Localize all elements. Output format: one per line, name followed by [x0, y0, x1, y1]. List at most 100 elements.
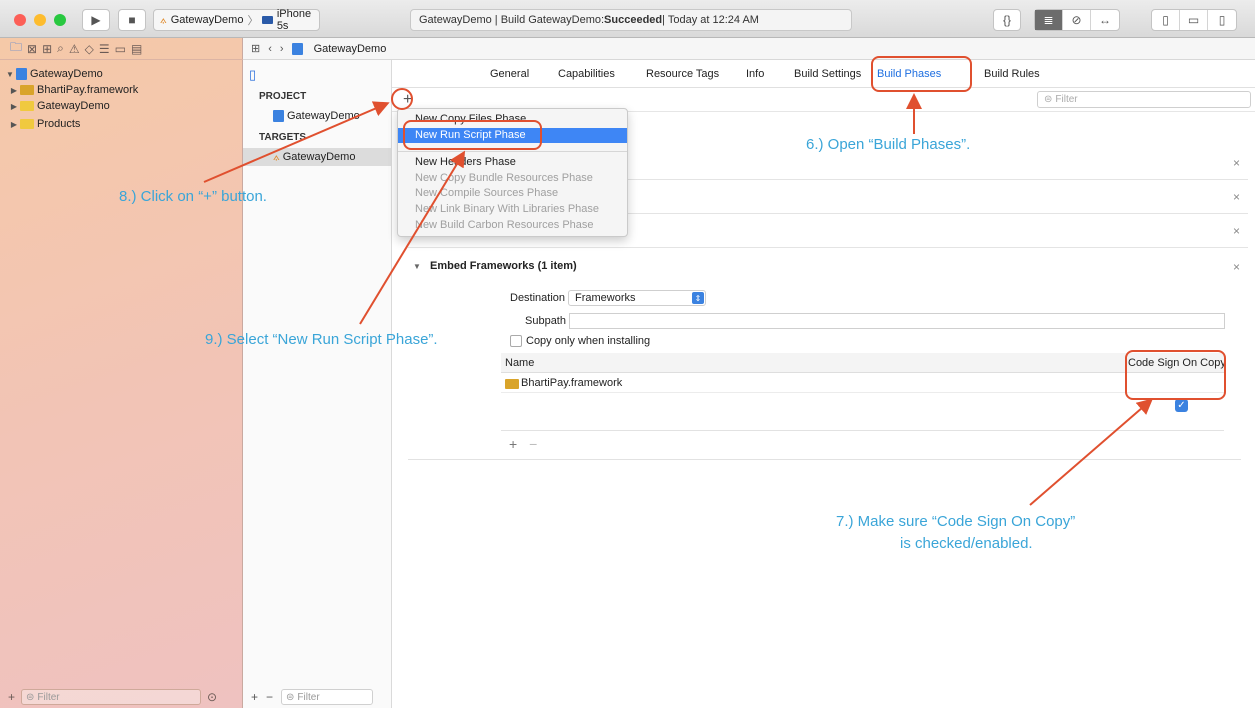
- menu-item-copy-bundle-resources: New Copy Bundle Resources Phase: [415, 172, 593, 184]
- inspector-panel-icon[interactable]: ▯: [1208, 10, 1236, 30]
- add-framework-icon[interactable]: +: [509, 436, 517, 452]
- close-icon[interactable]: ×: [1233, 156, 1240, 170]
- remove-target-icon[interactable]: −: [266, 690, 273, 704]
- annotation-step8: 8.) Click on “+” button.: [119, 188, 267, 205]
- project-navigator: 🗀 ⊠ ⊞ ⌕ ⚠ ◇ ☰ ▭ ▤ ▼ GatewayDemo ▶ Bharti…: [0, 38, 243, 708]
- filter-icon: ⊜: [26, 691, 35, 703]
- embed-frameworks-title: Embed Frameworks (1 item): [429, 260, 577, 272]
- project-item[interactable]: GatewayDemo: [243, 107, 391, 125]
- close-icon[interactable]: ×: [1233, 190, 1240, 204]
- report-icon[interactable]: ▤: [131, 42, 142, 56]
- folder-icon: [20, 119, 34, 129]
- braces-icon: {}: [1002, 13, 1011, 27]
- jumpbar-project[interactable]: GatewayDemo: [314, 43, 387, 55]
- add-icon[interactable]: +: [8, 690, 15, 704]
- filter-icon: ⊜: [1044, 94, 1053, 105]
- forward-icon[interactable]: ›: [280, 43, 284, 55]
- xcode-window: ▶ ■ ⟑ GatewayDemo 〉 iPhone 5s GatewayDem…: [0, 0, 1255, 708]
- target-filter-bar: + − ⊜ Filter: [243, 686, 392, 708]
- tree-item-framework[interactable]: ▶ BhartiPay.framework: [8, 82, 138, 98]
- jump-bar: ⊞ ‹ › GatewayDemo: [243, 38, 1255, 60]
- tab-build-settings[interactable]: Build Settings: [794, 68, 861, 80]
- disclosure-closed-icon[interactable]: ▶: [8, 120, 20, 129]
- destination-select[interactable]: Frameworks ⇕: [568, 290, 706, 306]
- close-icon[interactable]: ×: [1233, 224, 1240, 238]
- annotation-box-run-script: [403, 120, 542, 150]
- remove-framework-icon[interactable]: −: [529, 436, 537, 452]
- destination-value: Frameworks: [575, 292, 636, 304]
- debug-icon[interactable]: ☰: [99, 42, 110, 56]
- disclosure-open-icon[interactable]: ▼: [4, 70, 16, 79]
- navigator-panel-icon[interactable]: ▯: [1152, 10, 1180, 30]
- scheme-target: GatewayDemo: [170, 14, 244, 26]
- copy-only-checkbox[interactable]: [510, 335, 522, 347]
- minimize-window-button[interactable]: [34, 14, 46, 26]
- related-items-icon[interactable]: ⊞: [251, 42, 260, 55]
- run-button[interactable]: ▶: [82, 9, 110, 31]
- tab-resource-tags[interactable]: Resource Tags: [646, 68, 719, 80]
- folder-icon[interactable]: 🗀: [10, 38, 22, 59]
- tab-general[interactable]: General: [490, 68, 529, 80]
- menu-item-headers[interactable]: New Headers Phase: [398, 155, 627, 170]
- back-icon[interactable]: ‹: [268, 43, 272, 55]
- scheme-selector[interactable]: ⟑ GatewayDemo 〉 iPhone 5s: [153, 8, 320, 32]
- target-filter-input[interactable]: ⊜ Filter: [281, 689, 374, 705]
- tree-item-label: Products: [37, 118, 81, 130]
- source-control-icon[interactable]: ⊠: [27, 42, 37, 56]
- phase-filter-input[interactable]: ⊜ Filter: [1037, 91, 1251, 108]
- target-item[interactable]: ⟑ GatewayDemo: [243, 148, 391, 166]
- target-list: ▯ PROJECT GatewayDemo TARGETS ⟑ GatewayD…: [243, 60, 392, 708]
- column-name[interactable]: Name: [505, 357, 534, 369]
- tree-item-products[interactable]: ▶ Products: [8, 116, 81, 132]
- version-editor-icon[interactable]: ↔: [1091, 10, 1119, 30]
- tab-info[interactable]: Info: [746, 68, 764, 80]
- stop-button[interactable]: ■: [118, 9, 146, 31]
- tab-capabilities[interactable]: Capabilities: [558, 68, 615, 80]
- app-target-icon: ⟑: [160, 13, 167, 26]
- close-icon[interactable]: ×: [1233, 260, 1240, 274]
- code-sign-checkbox[interactable]: ✓: [1175, 399, 1188, 412]
- embed-frameworks-header[interactable]: ▼ Embed Frameworks (1 item): [413, 260, 577, 272]
- disclosure-closed-icon[interactable]: ▶: [8, 102, 20, 111]
- navigator-filter-input[interactable]: ⊜ Filter: [21, 689, 202, 705]
- disclosure-open-icon[interactable]: ▼: [413, 262, 421, 271]
- annotation-step7-line1: 7.) Make sure “Code Sign On Copy”: [836, 513, 1076, 530]
- project-icon: [273, 110, 284, 122]
- tab-build-rules[interactable]: Build Rules: [984, 68, 1040, 80]
- menu-separator: [398, 151, 627, 152]
- project-icon: [16, 68, 27, 80]
- symbol-icon[interactable]: ⊞: [42, 42, 52, 56]
- scheme-device: iPhone 5s: [276, 8, 312, 32]
- copy-only-label: Copy only when installing: [526, 335, 651, 347]
- close-window-button[interactable]: [14, 14, 26, 26]
- add-target-icon[interactable]: +: [251, 690, 258, 704]
- annotation-step9: 9.) Select “New Run Script Phase”.: [205, 331, 438, 348]
- subpath-label: Subpath: [525, 315, 566, 327]
- breakpoint-icon[interactable]: ▭: [115, 42, 126, 56]
- tree-item-project[interactable]: ▼ GatewayDemo: [4, 66, 103, 82]
- warning-icon[interactable]: ⚠: [69, 42, 80, 56]
- disclosure-closed-icon[interactable]: ▶: [8, 86, 20, 95]
- search-icon[interactable]: ⌕: [57, 41, 64, 56]
- panel-toggle-control[interactable]: ▯ ▭ ▯: [1151, 9, 1237, 31]
- stop-icon: ■: [128, 13, 136, 27]
- assistant-editor-icon[interactable]: ⊘: [1063, 10, 1091, 30]
- toolbar: ▶ ■ ⟑ GatewayDemo 〉 iPhone 5s GatewayDem…: [0, 0, 1255, 38]
- hide-list-icon[interactable]: ▯: [249, 67, 256, 83]
- subpath-input[interactable]: [569, 313, 1225, 329]
- table-header: Name Code Sign On Copy: [501, 353, 1226, 373]
- table-row[interactable]: BhartiPay.framework ✓: [501, 375, 1224, 412]
- annotation-box-build-phases: [871, 56, 972, 92]
- tree-item-group[interactable]: ▶ GatewayDemo: [8, 98, 110, 114]
- standard-editor-icon[interactable]: ≣: [1035, 10, 1063, 30]
- target-item-label: GatewayDemo: [282, 151, 356, 163]
- library-button[interactable]: {}: [993, 9, 1021, 31]
- editor-mode-control[interactable]: ≣ ⊘ ↔: [1034, 9, 1120, 31]
- annotation-step7-line2: is checked/enabled.: [900, 535, 1033, 552]
- recent-icon[interactable]: ⊙: [207, 690, 217, 704]
- destination-label: Destination: [510, 292, 566, 304]
- test-icon[interactable]: ◇: [85, 42, 94, 56]
- debug-panel-icon[interactable]: ▭: [1180, 10, 1208, 30]
- framework-name: BhartiPay.framework: [521, 377, 623, 389]
- zoom-window-button[interactable]: [54, 14, 66, 26]
